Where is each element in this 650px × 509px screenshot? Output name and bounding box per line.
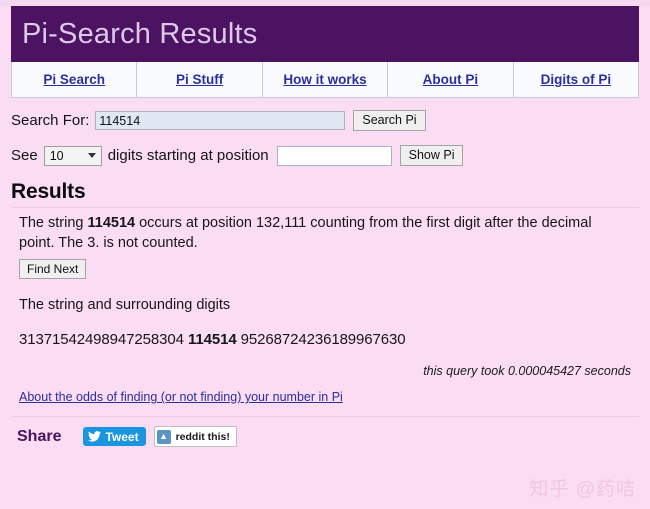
share-label: Share bbox=[17, 427, 62, 445]
nav-item-about-pi[interactable]: About Pi bbox=[388, 62, 514, 97]
tweet-button-label: Tweet bbox=[105, 429, 139, 444]
digits-line: 31371542498947258304 114514 952687242361… bbox=[19, 331, 639, 348]
search-label: Search For: bbox=[11, 112, 90, 129]
nav-item-pi-search[interactable]: Pi Search bbox=[12, 62, 138, 97]
nav-link-pi-search[interactable]: Pi Search bbox=[43, 72, 105, 87]
digits-count-value: 10 bbox=[49, 148, 64, 163]
nav-link-digits-of-pi[interactable]: Digits of Pi bbox=[541, 72, 612, 87]
share-divider bbox=[11, 416, 639, 418]
show-pi-button[interactable]: Show Pi bbox=[399, 145, 464, 166]
result-search-string: 114514 bbox=[87, 215, 136, 231]
result-sentence-part1: The string bbox=[19, 215, 88, 231]
surrounding-digits-label: The string and surrounding digits bbox=[19, 297, 231, 314]
position-input[interactable] bbox=[276, 145, 392, 166]
position-form-row: See 10 digits starting at position Show … bbox=[11, 145, 639, 166]
main-navigation: Pi Search Pi Stuff How it works About Pi… bbox=[11, 62, 639, 98]
reddit-icon: ▲ bbox=[156, 429, 171, 444]
query-time-text: this query took 0.000045427 seconds bbox=[423, 364, 631, 379]
tweet-button[interactable]: Tweet bbox=[83, 427, 146, 447]
results-body: The string 114514 occurs at position 132… bbox=[11, 214, 639, 406]
find-next-button[interactable]: Find Next bbox=[19, 259, 87, 280]
twitter-bird-icon bbox=[88, 431, 102, 442]
reddit-button-label: reddit this! bbox=[175, 430, 230, 443]
results-heading: Results bbox=[11, 180, 86, 203]
reddit-button[interactable]: ▲ reddit this! bbox=[153, 426, 237, 448]
share-bar: Share Tweet ▲ reddit this! bbox=[11, 426, 639, 448]
nav-link-how-it-works[interactable]: How it works bbox=[283, 72, 366, 87]
search-pi-button[interactable]: Search Pi bbox=[353, 110, 426, 131]
nav-link-about-pi[interactable]: About Pi bbox=[423, 72, 479, 87]
nav-link-pi-stuff[interactable]: Pi Stuff bbox=[176, 72, 223, 87]
results-divider bbox=[11, 207, 639, 208]
chevron-down-icon bbox=[87, 153, 96, 158]
search-input[interactable] bbox=[95, 111, 346, 130]
zhihu-watermark: 知乎 @药咭 bbox=[529, 479, 636, 500]
page-header: Pi-Search Results bbox=[11, 6, 639, 62]
digits-match: 114514 bbox=[187, 331, 237, 349]
digits-after: 95268724236189967630 bbox=[240, 331, 406, 349]
nav-item-how-it-works[interactable]: How it works bbox=[262, 62, 389, 97]
result-sentence: The string 114514 occurs at position 132… bbox=[19, 214, 619, 253]
see-label: See bbox=[11, 147, 38, 164]
digits-before: 31371542498947258304 bbox=[19, 331, 184, 349]
digits-count-select[interactable]: 10 bbox=[43, 145, 102, 166]
search-form-row: Search For: Search Pi bbox=[11, 110, 639, 131]
odds-link[interactable]: About the odds of finding (or not findin… bbox=[19, 390, 343, 404]
digits-starting-label: digits starting at position bbox=[107, 147, 269, 164]
nav-item-digits-of-pi[interactable]: Digits of Pi bbox=[513, 62, 639, 97]
page-title: Pi-Search Results bbox=[22, 17, 258, 50]
pi-search-page: Pi-Search Results Pi Search Pi Stuff How… bbox=[0, 6, 650, 509]
nav-item-pi-stuff[interactable]: Pi Stuff bbox=[137, 62, 263, 97]
